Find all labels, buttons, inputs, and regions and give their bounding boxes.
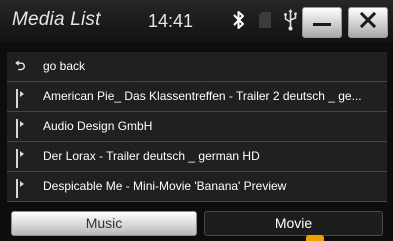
tab-music[interactable]: Music [11, 211, 197, 236]
video-file-icon [15, 89, 28, 108]
video-file-icon [15, 179, 28, 198]
list-item[interactable]: Der Lorax - Trailer deutsch _ german HD [7, 142, 387, 172]
list-item[interactable]: Audio Design GmbH [7, 112, 387, 142]
sd-card-icon [258, 11, 272, 34]
list-item[interactable]: American Pie_ Das Klassentreffen - Trail… [7, 82, 387, 112]
list-item-label: Audio Design GmbH [43, 119, 153, 133]
title-bar: Media List 14:41 [0, 0, 393, 43]
list-item-label: go back [43, 59, 86, 73]
media-list: ⮌ go back American Pie_ Das Klassentreff… [7, 52, 387, 202]
back-arrow-icon: ⮌ [15, 59, 26, 74]
list-item-label: Der Lorax - Trailer deutsch _ german HD [43, 149, 260, 163]
close-icon [359, 11, 377, 34]
minimize-icon [312, 13, 332, 32]
clock-label: 14:41 [148, 11, 194, 31]
list-item-go-back[interactable]: ⮌ go back [7, 52, 387, 82]
active-tab-indicator [306, 235, 324, 241]
page-title: Media List [12, 9, 101, 30]
close-button[interactable] [348, 7, 388, 38]
list-item-label: American Pie_ Das Klassentreffen - Trail… [43, 89, 362, 103]
list-item[interactable]: Despicable Me - Mini-Movie 'Banana' Prev… [7, 172, 387, 202]
usb-icon [284, 9, 297, 36]
source-tabs: Music Movie [11, 211, 383, 236]
tab-movie[interactable]: Movie [204, 211, 383, 236]
video-file-icon [15, 119, 28, 138]
list-item-label: Despicable Me - Mini-Movie 'Banana' Prev… [43, 179, 287, 193]
bluetooth-icon [232, 10, 246, 35]
minimize-button[interactable] [302, 7, 342, 38]
video-file-icon [15, 149, 28, 168]
